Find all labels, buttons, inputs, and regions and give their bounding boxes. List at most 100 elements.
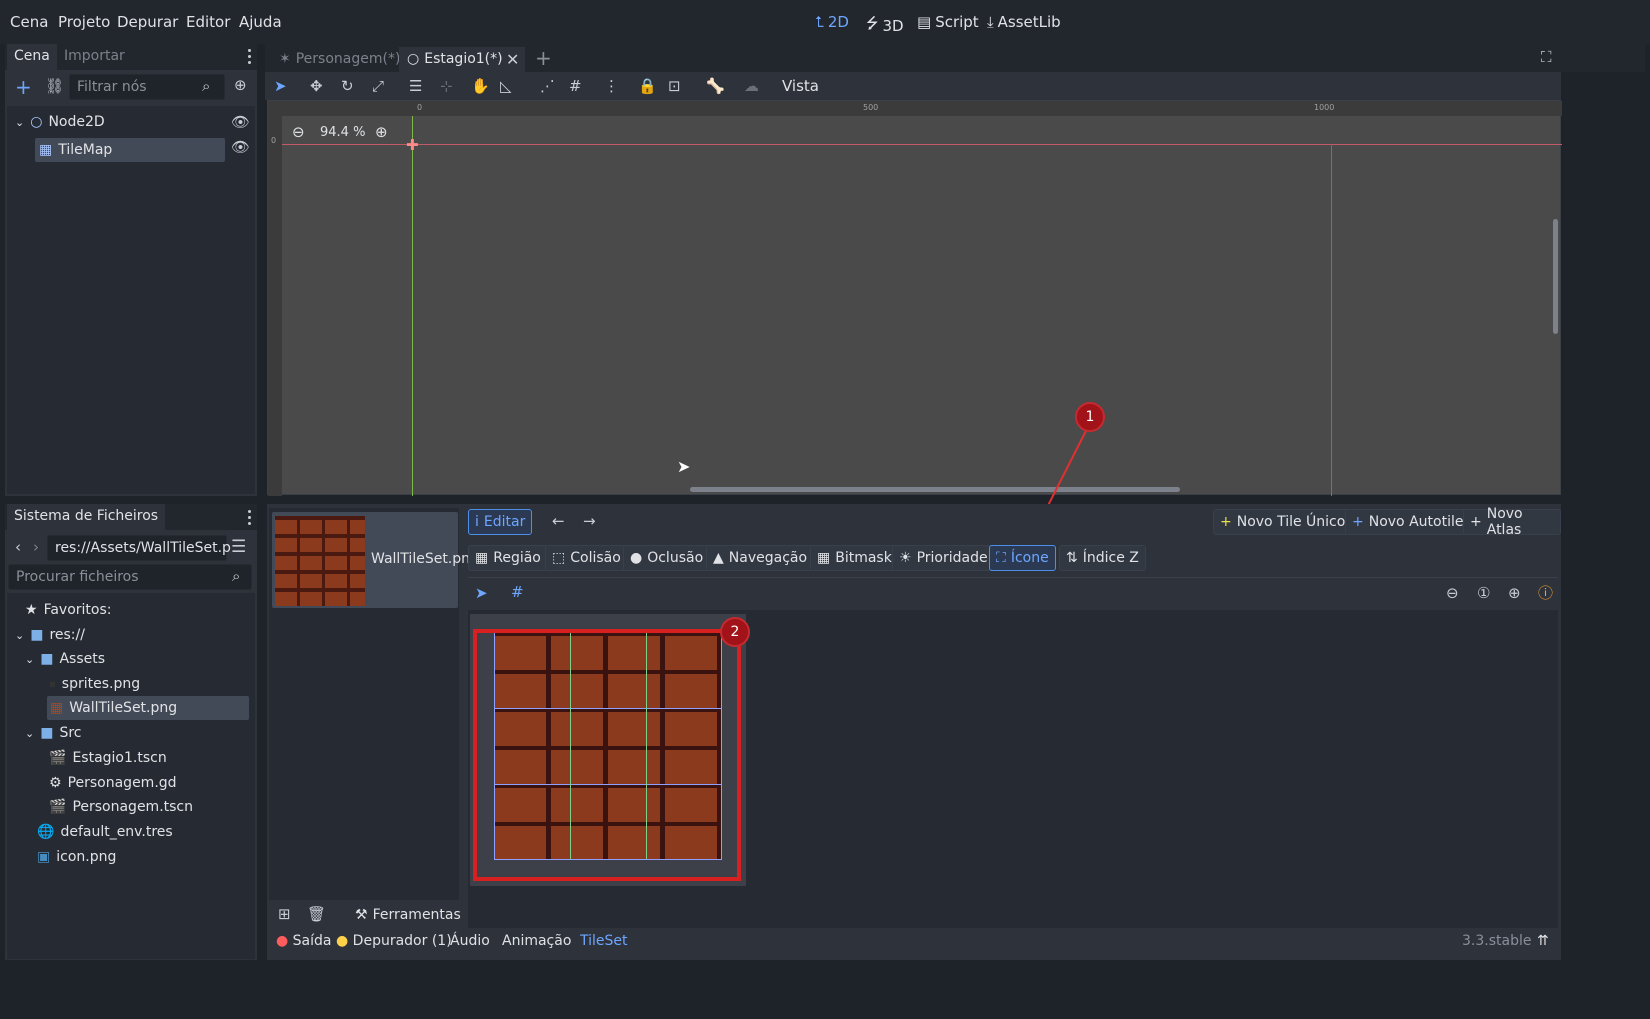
y-axis-line (412, 116, 413, 496)
bone-icon[interactable]: 🦴 (706, 77, 725, 95)
mode-zindex-button[interactable]: ⇅ Índice Z (1059, 545, 1146, 571)
file-walltileset[interactable]: ▦ WallTileSet.png (47, 696, 249, 720)
expand-panel-icon[interactable]: ⇈ (1537, 933, 1549, 949)
tab-personagem[interactable]: ✶ Personagem(*) (271, 47, 408, 72)
mode-collision-button[interactable]: ⬚ Colisão (545, 545, 628, 571)
mode-icon-button[interactable]: ⛶ Ícone (989, 545, 1056, 571)
menu-ajuda[interactable]: Ajuda (239, 13, 282, 31)
mode-script-button[interactable]: ▤ Script (917, 13, 979, 31)
res-root-row[interactable]: ⌄ ■ res:// (15, 627, 85, 643)
file-default-env[interactable]: 🌐 default_env.tres (37, 824, 173, 840)
vertical-scrollbar[interactable] (1553, 219, 1558, 334)
visibility-eye-icon[interactable]: 👁 (231, 140, 250, 155)
pan-tool-icon[interactable]: ✋ (471, 77, 490, 95)
path-input[interactable]: res://Assets/WallTileSet.p (47, 535, 231, 561)
zoom-out-icon[interactable]: ⊖ (292, 125, 305, 140)
menu-depurar[interactable]: Depurar (117, 13, 178, 31)
ruler-tool-icon[interactable]: ◺ (500, 77, 512, 95)
new-single-tile-button[interactable]: + Novo Tile Único (1213, 509, 1353, 535)
favorites-row[interactable]: ★ Favoritos: (25, 602, 111, 618)
mode-navigation-button[interactable]: ▲ Navegação (706, 545, 815, 571)
zoom-level[interactable]: 94.4 % (320, 125, 365, 140)
add-tab-icon[interactable]: + (535, 48, 552, 68)
mode-region-button[interactable]: ▦ Região (468, 545, 548, 571)
more-options-icon[interactable]: ⋮ (604, 77, 619, 95)
horizontal-ruler: 0 500 1000 (268, 101, 1562, 116)
rotate-tool-icon[interactable]: ↻ (341, 77, 354, 95)
tab-debugger[interactable]: ● Depurador (1) (336, 933, 452, 949)
close-tab-icon[interactable]: ✕ (506, 52, 519, 68)
back-icon[interactable]: ‹ (15, 540, 21, 555)
smart-snap-icon[interactable]: ⋰ (540, 77, 555, 95)
new-atlas-button[interactable]: + Novo Atlas (1463, 506, 1561, 538)
file-personagem-gd[interactable]: ⚙ Personagem.gd (49, 775, 177, 791)
menu-cena[interactable]: Cena (10, 13, 48, 31)
file-estagio1[interactable]: 🎬 Estagio1.tscn (49, 750, 167, 766)
lock-icon[interactable]: 🔒 (638, 77, 657, 95)
pivot-tool-icon[interactable]: ⊹ (440, 77, 453, 95)
search-icon: ⌕ (232, 567, 241, 585)
tab-output[interactable]: ● Saída (276, 933, 332, 949)
divider (468, 577, 1558, 578)
split-view-icon[interactable]: ☰ (231, 539, 246, 556)
trash-icon[interactable]: 🗑 (307, 907, 326, 922)
visibility-eye-icon[interactable]: 👁 (231, 115, 250, 130)
tab-cena[interactable]: Cena (7, 44, 57, 70)
mode-2d-button[interactable]: ⮤ 2D (815, 13, 849, 31)
file-sprites[interactable]: ▪ sprites.png (49, 676, 140, 692)
tree-node-tilemap[interactable]: ▦ TileMap (35, 138, 225, 162)
filesystem-title[interactable]: Sistema de Ficheiros (7, 504, 166, 530)
grid-snap-icon[interactable]: # (569, 77, 582, 95)
select-tool-icon[interactable]: ➤ (274, 77, 287, 95)
scene-dock-body: + ⛓ Filtrar nós ⌕ ⊕ ⌄ ○ Node2D 👁 ▦ TileM… (5, 70, 257, 496)
arrow-right-icon[interactable]: → (583, 514, 596, 529)
tab-audio[interactable]: Áudio (450, 933, 490, 949)
mode-priority-button[interactable]: ☀ Prioridade (892, 545, 995, 571)
assets-folder-row[interactable]: ⌄ ■ Assets (25, 651, 105, 667)
mode-3d-button[interactable]: ⭍ 3D (866, 13, 904, 38)
tab-tileset[interactable]: TileSet (580, 933, 628, 949)
grid-snap-icon[interactable]: # (511, 585, 524, 600)
add-node-icon[interactable]: + (15, 77, 32, 97)
fullscreen-icon[interactable]: ⛶ (1541, 50, 1552, 65)
mode-occlusion-button[interactable]: ● Oclusão (623, 545, 711, 571)
new-autotile-button[interactable]: + Novo Autotile (1345, 509, 1471, 535)
file-icon-png[interactable]: ▣ icon.png (37, 849, 116, 865)
src-folder-row[interactable]: ⌄ ■ Src (25, 725, 82, 741)
mode-bitmask-button[interactable]: ▦ Bitmask (810, 545, 899, 571)
tab-importar[interactable]: Importar (57, 44, 132, 70)
group-icon[interactable]: ⊡ (668, 77, 681, 95)
tools-button[interactable]: ⚒ Ferramentas (355, 907, 461, 923)
zoom-out-icon[interactable]: ⊖ (1446, 586, 1459, 601)
file-personagem-tscn[interactable]: 🎬 Personagem.tscn (49, 799, 193, 815)
menu-projeto[interactable]: Projeto (58, 13, 110, 31)
viewport-2d[interactable]: 0 500 1000 0 ✚ ⊖ 94.4 % ⊕ ➤ (267, 100, 1562, 496)
zoom-in-icon[interactable]: ⊕ (375, 125, 388, 140)
scale-tool-icon[interactable]: ⤢ (372, 77, 384, 95)
instance-scene-icon[interactable]: ⊕ (234, 78, 247, 93)
tile-atlas-area (470, 614, 746, 886)
tile-workspace[interactable]: 2 (468, 610, 1558, 928)
add-texture-icon[interactable]: ⊞ (278, 907, 291, 922)
list-select-icon[interactable]: ☰ (409, 77, 422, 95)
zoom-reset-icon[interactable]: ① (1477, 586, 1490, 601)
search-files-input[interactable]: Procurar ficheiros (8, 564, 252, 590)
texture-item[interactable]: WallTileSet.pn (272, 512, 470, 608)
select-tool-icon[interactable]: ➤ (475, 586, 488, 601)
zoom-in-icon[interactable]: ⊕ (1508, 586, 1521, 601)
arrow-left-icon[interactable]: ← (552, 514, 565, 529)
zindex-icon: ⇅ (1066, 550, 1078, 566)
warning-icon[interactable]: ⓘ (1538, 586, 1553, 601)
dock-menu-icon[interactable] (248, 510, 252, 525)
camera-icon[interactable]: ☁ (744, 77, 759, 95)
menu-editor[interactable]: Editor (186, 13, 230, 31)
link-icon[interactable]: ⛓ (45, 79, 64, 94)
tab-animation[interactable]: Animação (502, 933, 571, 949)
dock-menu-icon[interactable] (248, 49, 252, 64)
move-tool-icon[interactable]: ✥ (310, 77, 323, 95)
mode-assetlib-button[interactable]: ⤓ AssetLib (987, 13, 1061, 31)
edit-button[interactable]: ⅰ Editar (468, 509, 533, 535)
forward-icon[interactable]: › (33, 540, 39, 555)
tree-node-node2d[interactable]: ⌄ ○ Node2D (15, 114, 105, 130)
view-menu[interactable]: Vista (782, 77, 819, 95)
